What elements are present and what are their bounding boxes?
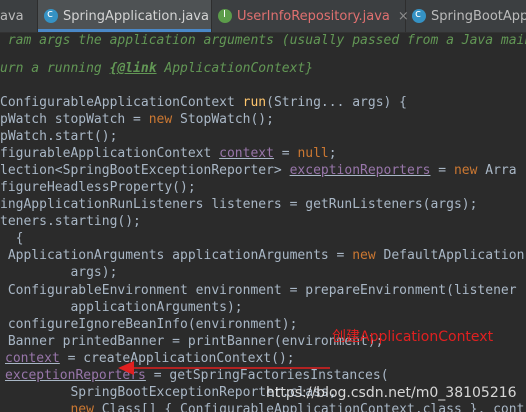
watermark: https://blog.csdn.net/m0_38105216	[266, 385, 517, 401]
annotation-arrow	[118, 361, 330, 375]
arrow-head	[118, 361, 134, 375]
annotation-label: 创建ApplicationContext	[332, 329, 494, 345]
